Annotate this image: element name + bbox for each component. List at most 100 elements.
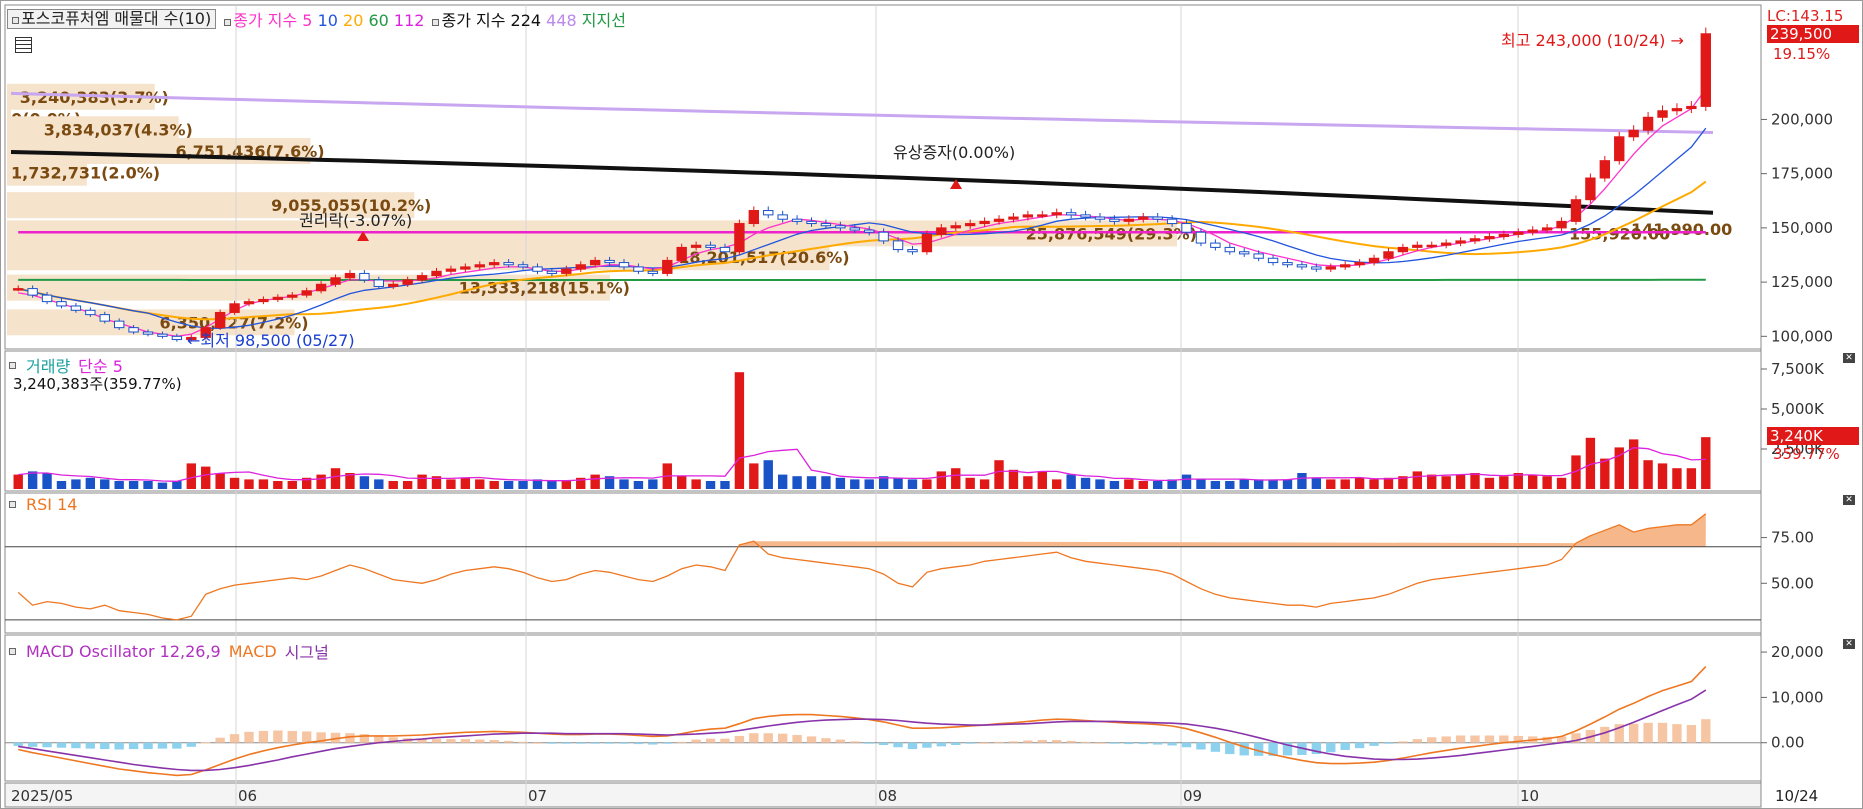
volume-badge: 3,240K — [1767, 427, 1859, 445]
macd-osc-bar — [215, 737, 225, 743]
volume-bar — [258, 479, 269, 489]
table-icon[interactable] — [15, 37, 32, 53]
ma2-label: 종가 지수 224 — [441, 11, 542, 30]
volume-bar — [691, 479, 701, 489]
macd-osc-bar — [979, 742, 990, 744]
macd-osc-bar — [648, 742, 658, 745]
candle-body — [964, 223, 976, 227]
candle-body — [70, 305, 82, 311]
candle-body — [921, 233, 933, 253]
arrow-left-icon: ← — [187, 331, 201, 350]
volume-bar — [460, 477, 471, 489]
candle-body — [85, 309, 96, 316]
volume-bar — [907, 479, 918, 489]
legend-square-icon — [9, 647, 16, 655]
macd-osc-bar — [157, 742, 168, 749]
candle-body — [763, 210, 774, 216]
volume-bar — [619, 479, 629, 489]
volume-bar — [215, 473, 225, 489]
signal-label: 시그널 — [284, 643, 329, 662]
candle-body — [1022, 214, 1034, 218]
volume-bar — [13, 474, 23, 489]
rsi-label: RSI 14 — [26, 495, 78, 514]
candle-body — [690, 244, 702, 248]
macd-line — [18, 666, 1707, 777]
candle-body — [388, 283, 399, 287]
chart-canvas[interactable]: 3,240,383(3.7%)0(0.0%)3,834,037(4.3%)6,7… — [1, 1, 1863, 809]
high-annotation: 최고 243,000 (10/24) → — [1501, 27, 1684, 51]
legend-square-icon — [224, 19, 232, 26]
volume-bar — [1023, 476, 1033, 489]
candle-body — [1181, 223, 1192, 233]
macd-osc-bar — [777, 733, 788, 743]
rsi-legend[interactable]: RSI 14 — [9, 495, 77, 514]
candle-body — [849, 227, 860, 231]
ma-label: 종가 지수 — [233, 11, 298, 30]
time-axis-label: 2025/05 — [11, 787, 73, 805]
candle-body — [489, 262, 500, 266]
macd-osc-bar — [128, 742, 139, 750]
candle-body — [1296, 264, 1308, 268]
volume-bar — [1297, 473, 1307, 489]
volume-bar — [201, 466, 211, 489]
candle-body — [258, 298, 269, 303]
macd-osc-bar — [547, 742, 557, 744]
candle-body — [1094, 216, 1106, 220]
macd-osc-bar — [1643, 722, 1653, 743]
current-price-badge: 239,500 — [1767, 25, 1859, 43]
candle-body — [330, 277, 341, 285]
legend-square-icon — [432, 19, 440, 26]
macd-osc-bar — [229, 734, 240, 743]
main-legend: 포스코퓨처엠 매물대 수(10) 종가 지수 5 10 20 60 112 종가… — [7, 7, 626, 31]
volume-bar — [1225, 481, 1235, 489]
macd-osc-bar — [1398, 741, 1408, 743]
volume-bar — [1455, 474, 1466, 489]
candle-body — [431, 270, 442, 277]
volume-bar — [648, 479, 658, 489]
volume-pane-close-icon[interactable]: ✕ — [1843, 353, 1855, 363]
candle-body — [1080, 214, 1091, 218]
candle-body — [272, 296, 284, 300]
candle-body — [214, 311, 226, 329]
macd-osc-bar — [951, 742, 961, 745]
candle-body — [474, 264, 485, 268]
ma-period-5: 5 — [302, 11, 313, 30]
candle-body — [820, 223, 832, 227]
volume-tick-label: 7,500K — [1771, 360, 1825, 378]
volume-bar — [114, 481, 124, 489]
ma2-legend[interactable]: 종가 지수 224 448 지지선 — [432, 7, 626, 31]
volume-bar — [1008, 469, 1019, 489]
candle-body — [373, 279, 384, 287]
macd-osc-bar — [172, 742, 182, 749]
macd-osc-bar — [1672, 724, 1682, 743]
candle-body — [604, 259, 615, 264]
candle-body — [301, 290, 312, 296]
macd-pane-close-icon[interactable]: ✕ — [1843, 639, 1855, 649]
candle-body — [546, 270, 558, 274]
candle-body — [1340, 264, 1351, 268]
macd-label: MACD — [228, 641, 277, 661]
low-annotation: ←최저 98,500 (05/27) — [187, 327, 355, 351]
candle-body — [1123, 218, 1135, 222]
candle-body — [777, 214, 788, 220]
support-label: 지지선 — [581, 11, 626, 30]
candle-body — [791, 218, 803, 222]
time-axis-label: 09 — [1183, 787, 1202, 805]
volume-bar — [229, 477, 240, 489]
volume-bar — [792, 476, 802, 489]
candle-body — [1426, 244, 1437, 248]
legend-square-icon — [9, 501, 16, 508]
candle-body — [445, 268, 457, 272]
macd-osc-bar — [1152, 742, 1163, 745]
chart-title: 포스코퓨처엠 매물대 수(10) — [21, 9, 212, 28]
rsi-pane-close-icon[interactable]: ✕ — [1843, 495, 1855, 505]
price-tick-label: 125,000 — [1771, 273, 1833, 291]
macd-legend[interactable]: MACD Oscillator 12,26,9 MACD 시그널 — [9, 639, 329, 663]
price-tick-label: 200,000 — [1771, 110, 1833, 128]
volume-bar — [359, 476, 370, 489]
title-button[interactable]: 포스코퓨처엠 매물대 수(10) — [7, 9, 217, 29]
volume-bar — [518, 481, 528, 489]
candle-body — [1513, 231, 1524, 235]
ma-legend[interactable]: 종가 지수 5 10 20 60 112 — [224, 7, 424, 31]
macd-osc-bar — [1470, 735, 1480, 743]
